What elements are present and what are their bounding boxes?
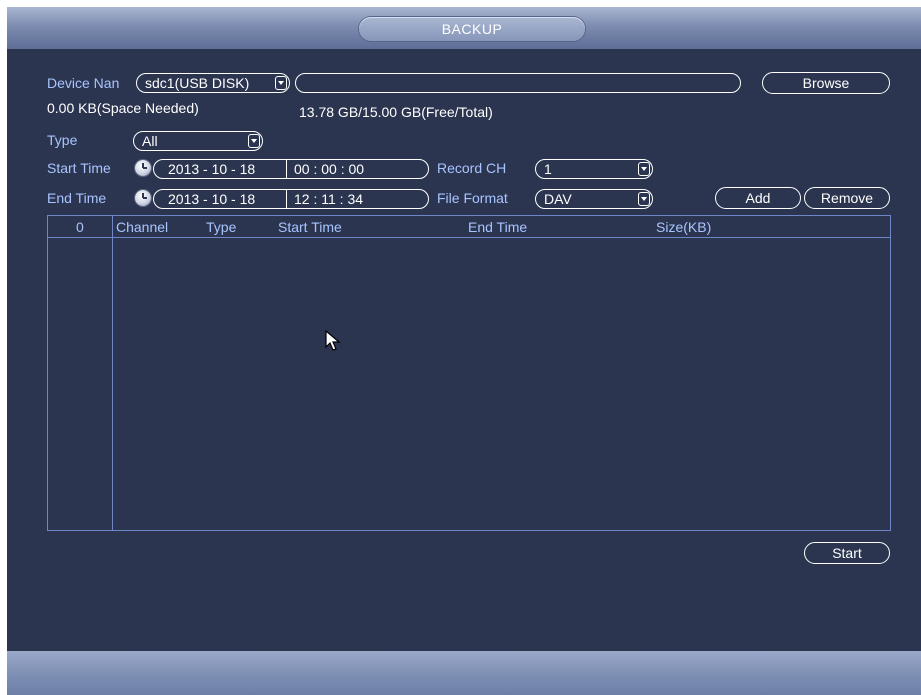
start-button[interactable]: Start (804, 542, 890, 564)
window-title: BACKUP (359, 17, 585, 41)
type-label: Type (47, 132, 78, 148)
device-select-value: sdc1(USB DISK) (145, 75, 250, 91)
end-date-value[interactable]: 2013 - 10 - 18 (168, 190, 255, 208)
backup-file-table[interactable]: 0 Channel Type Start Time End Time Size(… (47, 215, 891, 531)
column-size: Size(KB) (656, 219, 712, 235)
end-time-field[interactable]: 2013 - 10 - 18 12 : 11 : 34 (153, 189, 429, 209)
column-start-time: Start Time (278, 219, 342, 235)
space-free-total-text: 13.78 GB/15.00 GB(Free/Total) (299, 104, 493, 120)
clock-icon[interactable] (135, 190, 151, 206)
chevron-down-icon (638, 192, 650, 206)
column-end-time: End Time (468, 219, 528, 235)
chevron-down-icon (248, 134, 260, 148)
mouse-pointer-icon (325, 330, 341, 351)
start-clock-value[interactable]: 00 : 00 : 00 (294, 160, 364, 178)
select-count[interactable]: 0 (76, 217, 84, 237)
footer-bar (7, 651, 921, 695)
remove-button[interactable]: Remove (804, 187, 890, 209)
record-ch-value: 1 (544, 161, 552, 177)
add-button[interactable]: Add (715, 187, 801, 209)
end-time-label: End Time (47, 190, 107, 206)
date-time-divider (286, 190, 287, 208)
chevron-down-icon (638, 162, 650, 176)
column-type: Type (206, 219, 237, 235)
clock-icon[interactable] (135, 160, 151, 176)
device-select[interactable]: sdc1(USB DISK) (136, 73, 290, 93)
type-select-value: All (142, 133, 158, 149)
space-needed-text: 0.00 KB(Space Needed) (47, 100, 199, 116)
record-ch-select[interactable]: 1 (535, 159, 653, 179)
table-header-divider (48, 237, 890, 238)
file-format-select[interactable]: DAV (535, 189, 653, 209)
table-column-divider (112, 216, 113, 530)
file-format-label: File Format (437, 190, 508, 206)
title-bar: BACKUP (7, 7, 921, 49)
record-ch-label: Record CH (437, 160, 507, 176)
chevron-down-icon (275, 76, 287, 90)
end-clock-value[interactable]: 12 : 11 : 34 (294, 190, 363, 208)
date-time-divider (286, 160, 287, 178)
file-format-value: DAV (544, 191, 572, 207)
browse-button[interactable]: Browse (762, 72, 890, 94)
backup-window: BACKUP Device Nan sdc1(USB DISK) Browse … (7, 7, 921, 695)
start-time-field[interactable]: 2013 - 10 - 18 00 : 00 : 00 (153, 159, 429, 179)
device-name-label: Device Nan (47, 75, 120, 91)
start-date-value[interactable]: 2013 - 10 - 18 (168, 160, 255, 178)
type-select[interactable]: All (133, 131, 263, 151)
start-time-label: Start Time (47, 160, 111, 176)
column-channel: Channel (116, 219, 169, 235)
device-path-field[interactable] (295, 73, 741, 93)
